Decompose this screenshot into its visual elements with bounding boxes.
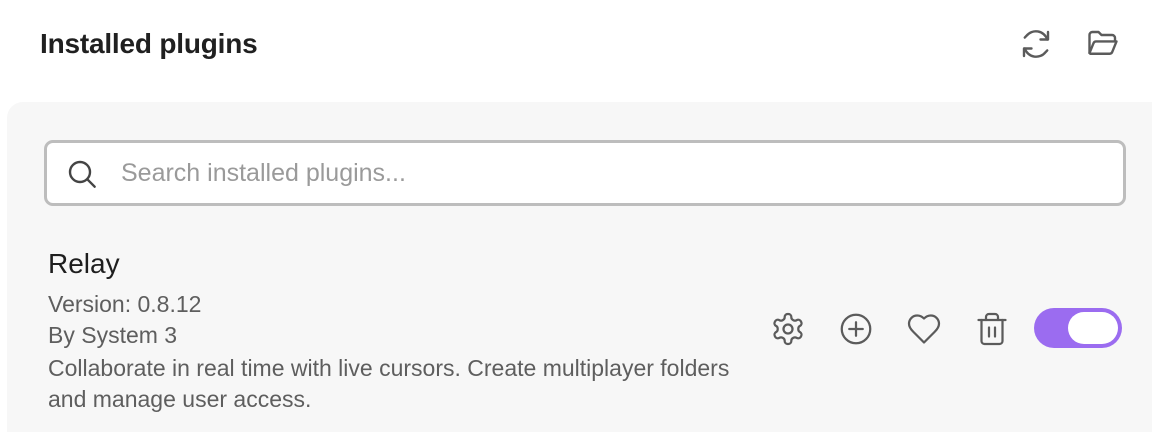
plugin-description: Collaborate in real time with live curso… <box>48 355 730 412</box>
gear-icon <box>773 312 803 346</box>
trash-icon <box>977 312 1007 346</box>
plus-circle-icon <box>840 313 872 345</box>
search-box[interactable] <box>44 140 1126 206</box>
heart-icon <box>907 314 941 344</box>
reload-icon <box>1022 30 1050 58</box>
plugin-enabled-toggle[interactable] <box>1034 308 1122 348</box>
plugin-favorite-button[interactable] <box>905 310 943 348</box>
plugin-name: Relay <box>48 248 120 279</box>
plugin-settings-button[interactable] <box>769 310 807 348</box>
toggle-knob <box>1068 312 1118 344</box>
plugin-author: By System 3 <box>48 322 178 348</box>
search-icon <box>68 160 96 188</box>
search-input[interactable] <box>121 143 1101 203</box>
open-plugins-folder-button[interactable] <box>1083 24 1123 64</box>
reload-plugins-button[interactable] <box>1016 24 1056 64</box>
header: Installed plugins <box>0 0 1152 96</box>
open-folder-icon <box>1088 30 1118 55</box>
plugin-version: Version: 0.8.12 <box>48 291 202 317</box>
page-title: Installed plugins <box>40 28 258 59</box>
plugin-uninstall-button[interactable] <box>973 310 1011 348</box>
plugin-add-button[interactable] <box>837 310 875 348</box>
